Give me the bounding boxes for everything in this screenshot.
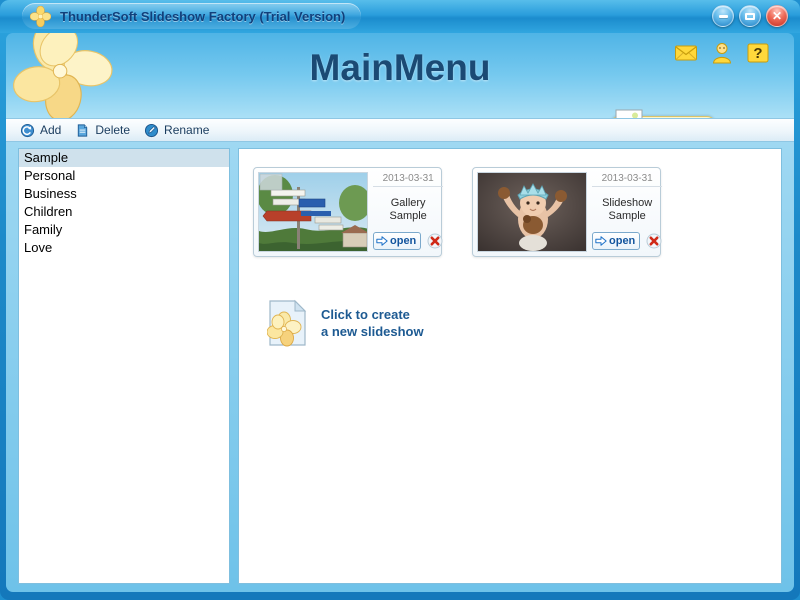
toolbar-delete-button[interactable]: Delete	[75, 123, 130, 138]
project-actions: open	[592, 232, 662, 252]
project-panel: 2013-03-31 Gallery Sample open	[238, 148, 782, 584]
street-signpost-photo	[259, 173, 368, 252]
sidebar-item-business[interactable]: Business	[19, 185, 229, 203]
toolbar-rename-label: Rename	[164, 123, 209, 137]
close-button[interactable]: ✕	[766, 5, 788, 27]
delete-page-icon	[75, 123, 90, 138]
rename-pencil-icon	[144, 123, 159, 138]
create-new-line1: Click to create	[321, 306, 424, 323]
header-banner: MainMenu ?	[6, 33, 794, 118]
toolbar-delete-label: Delete	[95, 123, 130, 137]
baby-with-crown-photo	[478, 173, 587, 252]
toolbar-add-label: Add	[40, 123, 61, 137]
sidebar-item-personal[interactable]: Personal	[19, 167, 229, 185]
sidebar-item-children[interactable]: Children	[19, 203, 229, 221]
email-icon[interactable]	[674, 41, 698, 65]
project-card-list: 2013-03-31 Gallery Sample open	[253, 167, 661, 257]
toolbar: Add Delete Rename	[6, 118, 794, 142]
header-icon-group: ?	[674, 41, 770, 65]
project-card[interactable]: 2013-03-31 Gallery Sample open	[253, 167, 442, 257]
project-card[interactable]: 2013-03-31 Slideshow Sample open	[472, 167, 661, 257]
project-info: 2013-03-31 Slideshow Sample open	[587, 172, 662, 252]
red-x-delete-icon[interactable]	[427, 233, 443, 249]
create-new-slideshow-button[interactable]: Click to create a new slideshow	[267, 299, 424, 347]
maximize-icon	[740, 6, 760, 26]
close-icon: ✕	[767, 6, 787, 26]
title-bar: ThunderSoft Slideshow Factory (Trial Ver…	[0, 0, 800, 33]
help-icon[interactable]: ?	[746, 41, 770, 65]
title-pill: ThunderSoft Slideshow Factory (Trial Ver…	[22, 3, 361, 29]
minimize-icon	[713, 6, 733, 26]
toolbar-add-button[interactable]: Add	[20, 123, 61, 138]
project-date: 2013-03-31	[592, 172, 662, 187]
sidebar-item-love[interactable]: Love	[19, 239, 229, 257]
new-document-flower-icon	[267, 299, 309, 347]
body-area: Sample Personal Business Children Family…	[6, 142, 794, 592]
project-thumbnail[interactable]	[477, 172, 587, 252]
project-name: Gallery Sample	[373, 187, 443, 232]
flower-logo-icon	[30, 6, 51, 27]
user-account-icon[interactable]	[710, 41, 734, 65]
application-window: ThunderSoft Slideshow Factory (Trial Ver…	[0, 0, 800, 600]
category-list[interactable]: Sample Personal Business Children Family…	[18, 148, 230, 584]
open-arrow-icon	[595, 235, 607, 247]
project-info: 2013-03-31 Gallery Sample open	[368, 172, 443, 252]
project-actions: open	[373, 232, 443, 252]
camera-photo-icon	[613, 108, 657, 118]
maximize-button[interactable]	[739, 5, 761, 27]
minimize-button[interactable]	[712, 5, 734, 27]
project-date: 2013-03-31	[373, 172, 443, 187]
open-project-button[interactable]: open	[592, 232, 640, 250]
sidebar-item-sample[interactable]: Sample	[19, 149, 229, 167]
toolbar-rename-button[interactable]: Rename	[144, 123, 209, 138]
project-thumbnail[interactable]	[258, 172, 368, 252]
create-new-line2: a new slideshow	[321, 323, 424, 340]
create-new-label: Click to create a new slideshow	[321, 306, 424, 340]
project-name: Slideshow Sample	[592, 187, 662, 232]
red-x-delete-icon[interactable]	[646, 233, 662, 249]
sidebar-item-family[interactable]: Family	[19, 221, 229, 239]
window-controls: ✕	[712, 5, 788, 27]
open-button-label: open	[390, 235, 416, 247]
svg-text:?: ?	[753, 45, 762, 62]
add-circle-arrow-icon	[20, 123, 35, 138]
open-arrow-icon	[376, 235, 388, 247]
open-button-label: open	[609, 235, 635, 247]
open-project-button[interactable]: open	[373, 232, 421, 250]
window-title: ThunderSoft Slideshow Factory (Trial Ver…	[60, 9, 345, 24]
